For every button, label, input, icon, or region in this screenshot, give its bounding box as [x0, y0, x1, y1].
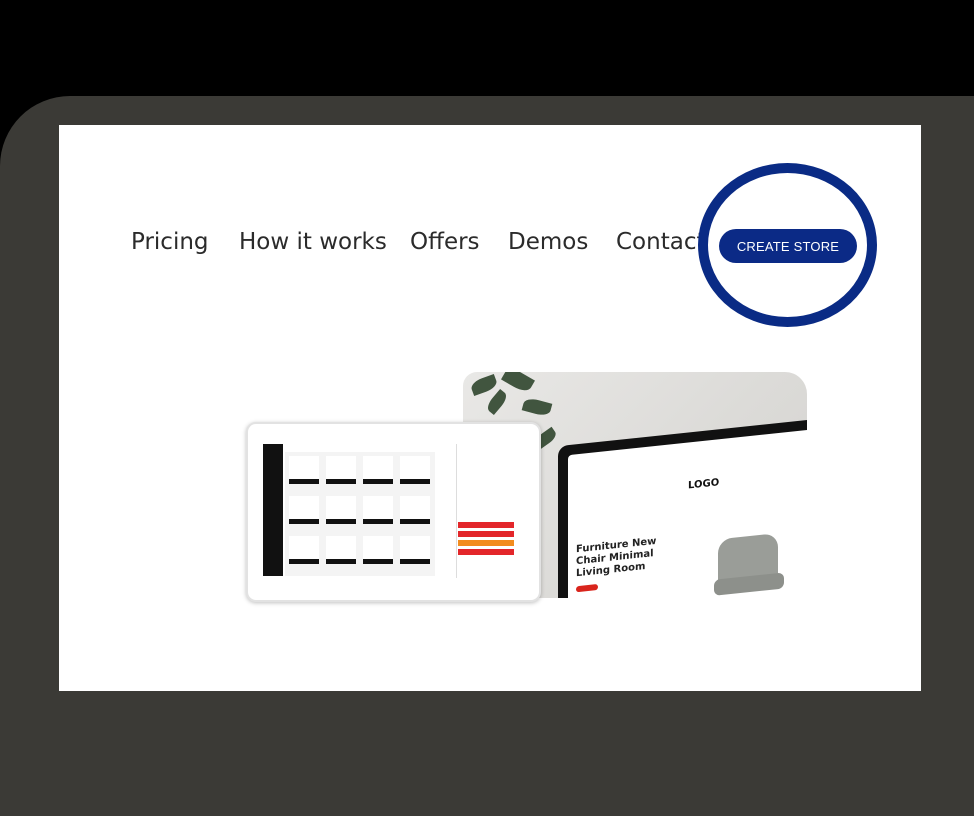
product-tile [363, 536, 393, 564]
tablet-cart-panel [456, 444, 519, 578]
leaf-decoration [469, 373, 499, 397]
leaf-decoration [484, 388, 510, 416]
laptop-device: LOGO Furniture New Chair Minimal Living … [558, 417, 807, 598]
product-tile [400, 536, 430, 564]
product-tile [326, 456, 356, 484]
laptop-logo: LOGO [688, 477, 720, 492]
tablet-sidebar [263, 444, 283, 576]
cart-action-bar [458, 531, 514, 537]
nav-offers[interactable]: Offers [410, 229, 480, 255]
web-page: Pricing How it works Offers Demos Contac… [59, 125, 921, 691]
tablet-product-grid [285, 452, 435, 576]
leaf-decoration [501, 372, 535, 395]
product-tile [289, 496, 319, 524]
nav-pricing[interactable]: Pricing [131, 229, 209, 255]
tablet-device [246, 422, 541, 602]
product-tile [400, 496, 430, 524]
laptop-screen: LOGO Furniture New Chair Minimal Living … [568, 427, 807, 598]
cart-action-bar [458, 549, 514, 555]
nav-contact[interactable]: Contact [616, 229, 705, 255]
cart-action-bar [458, 540, 514, 546]
product-tile [400, 456, 430, 484]
laptop-shop-button [576, 583, 598, 593]
nav-how-it-works[interactable]: How it works [239, 229, 387, 255]
product-tile [326, 536, 356, 564]
nav-demos[interactable]: Demos [508, 229, 588, 255]
product-tile [289, 456, 319, 484]
product-tile [363, 496, 393, 524]
leaf-decoration [521, 396, 553, 418]
highlight-ring [698, 163, 877, 327]
laptop-headline: Furniture New Chair Minimal Living Room [576, 535, 657, 580]
product-tile [289, 536, 319, 564]
cart-action-bar [458, 522, 514, 528]
product-tile [326, 496, 356, 524]
product-tile [363, 456, 393, 484]
